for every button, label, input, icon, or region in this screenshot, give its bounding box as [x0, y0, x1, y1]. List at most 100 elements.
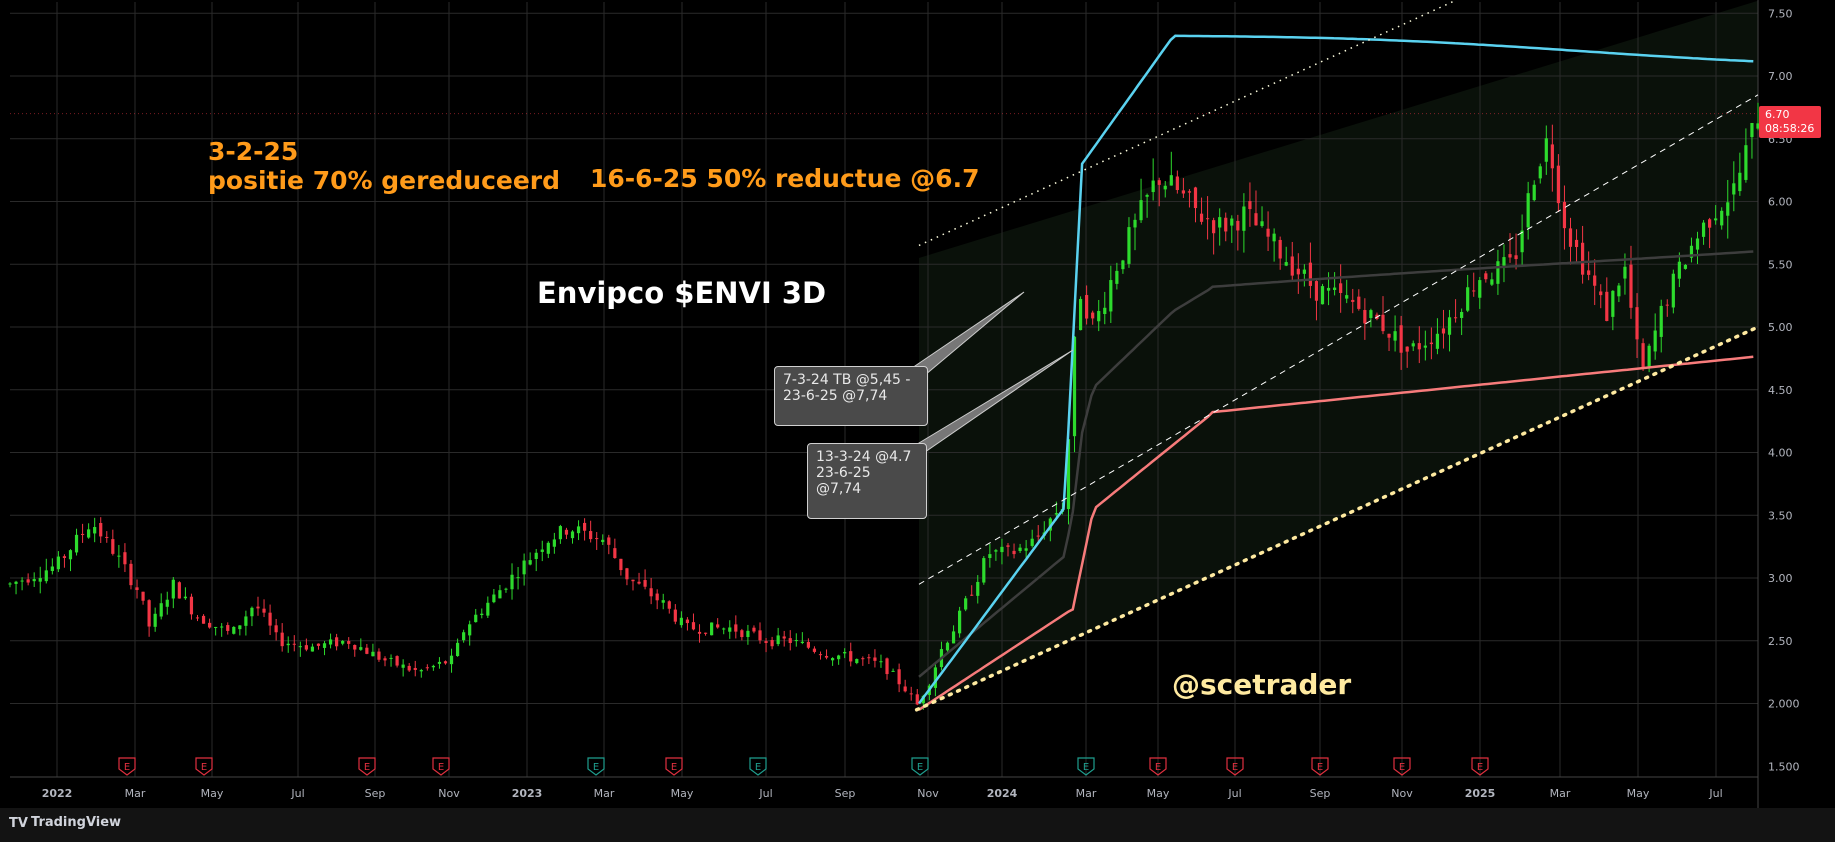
candle-body: [812, 648, 817, 652]
candle-body: [788, 638, 792, 643]
candle-body: [159, 603, 163, 617]
candle-body: [129, 563, 133, 586]
candle-body: [982, 558, 986, 583]
candle-body: [806, 641, 810, 648]
candle-body: [492, 594, 496, 603]
candle-body: [1611, 290, 1615, 317]
candle-body: [1447, 317, 1452, 335]
candle-body: [516, 577, 520, 579]
tradingview-brand[interactable]: TradingView: [31, 815, 121, 830]
callout-trade-1[interactable]: 7-3-24 TB @5,45 - 23-6-25 @7,74: [774, 366, 928, 426]
y-tick-label: 2.50: [1768, 635, 1793, 648]
x-tick-label: May: [1147, 787, 1170, 800]
candle-body: [1387, 333, 1391, 338]
candle-body: [613, 548, 617, 558]
svg-text:E: E: [1399, 762, 1405, 773]
candle-body: [601, 539, 605, 543]
candle-body: [99, 523, 103, 537]
svg-text:E: E: [1317, 762, 1323, 773]
candle-body: [964, 598, 968, 610]
candle-body: [1296, 268, 1300, 275]
candle-body: [522, 560, 526, 575]
candle-body: [286, 643, 290, 646]
callout-trade-2[interactable]: 13-3-24 @4.7 23-6-25 @7,74: [807, 443, 927, 519]
candle-body: [1720, 210, 1724, 226]
candle-body: [830, 658, 835, 661]
candle-body: [1574, 239, 1579, 248]
x-tick-label: Mar: [125, 787, 146, 800]
candle-body: [1369, 310, 1373, 319]
svg-text:E: E: [438, 762, 444, 773]
candle-body: [74, 534, 79, 553]
candle-body: [1532, 184, 1536, 201]
svg-text:E: E: [593, 762, 599, 773]
candle-body: [740, 630, 744, 638]
candle-body: [1599, 291, 1603, 296]
x-tick-label: Mar: [1076, 787, 1097, 800]
candle-body: [1647, 345, 1651, 367]
candle-body: [655, 593, 659, 601]
candle-body: [189, 596, 194, 615]
candle-body: [407, 665, 411, 671]
candle-body: [1193, 187, 1198, 209]
candle-body: [703, 632, 708, 634]
candle-body: [365, 647, 369, 654]
candle-body: [1236, 220, 1240, 231]
candle-body: [1145, 194, 1149, 197]
candle-body: [244, 616, 248, 626]
candle-body: [274, 625, 278, 633]
candle-body: [1453, 317, 1458, 319]
candle-body: [631, 579, 635, 582]
candle-body: [849, 651, 853, 662]
candle-body: [643, 580, 647, 587]
svg-text:E: E: [755, 762, 761, 773]
candle-body: [1435, 333, 1440, 349]
candle-body: [903, 686, 907, 692]
candle-body: [994, 550, 998, 552]
candle-body: [1357, 296, 1361, 309]
candle-body: [1326, 287, 1331, 291]
x-tick-label: Nov: [438, 787, 460, 800]
candle-body: [734, 624, 738, 632]
candle-body: [1393, 331, 1397, 341]
candle-body: [135, 587, 139, 591]
y-tick-label: 7.50: [1768, 7, 1793, 20]
last-price: 6.70: [1765, 108, 1790, 121]
candle-body: [1635, 307, 1639, 340]
candle-body: [38, 578, 42, 582]
x-tick-label: Mar: [1550, 787, 1571, 800]
candle-body: [1429, 342, 1433, 345]
candle-body: [153, 613, 157, 627]
svg-text:E: E: [201, 762, 207, 773]
last-price-tag: 6.70 08:58:26: [1759, 106, 1821, 138]
candle-body: [776, 635, 780, 645]
candle-body: [885, 658, 889, 675]
candle-body: [431, 665, 435, 668]
candle-body: [1732, 183, 1736, 195]
x-tick-label: May: [671, 787, 694, 800]
candle-body: [649, 588, 653, 597]
candle-body: [758, 630, 762, 641]
candle-body: [1538, 166, 1542, 179]
candle-body: [958, 610, 962, 634]
candle-body: [679, 617, 683, 626]
candle-body: [1151, 180, 1155, 193]
x-tick-label: 2022: [42, 787, 73, 800]
x-tick-label: Nov: [1391, 787, 1413, 800]
candle-body: [353, 645, 357, 650]
annotation-position-reduced: 3-2-25 positie 70% gereduceerd: [208, 137, 560, 195]
candle-body: [1302, 269, 1306, 274]
candle-body: [341, 640, 345, 644]
tradingview-logo-icon[interactable]: TV: [9, 817, 31, 831]
candle-body: [56, 556, 60, 570]
candle-body: [268, 612, 272, 626]
candle-body: [262, 608, 266, 613]
svg-text:E: E: [917, 762, 923, 773]
candle-body: [1121, 260, 1125, 270]
candle-body: [837, 655, 841, 660]
candle-body: [1224, 217, 1228, 232]
candle-body: [1308, 262, 1313, 286]
x-tick-label: Sep: [365, 787, 386, 800]
x-tick-label: May: [1627, 787, 1650, 800]
candle-body: [1605, 291, 1609, 321]
